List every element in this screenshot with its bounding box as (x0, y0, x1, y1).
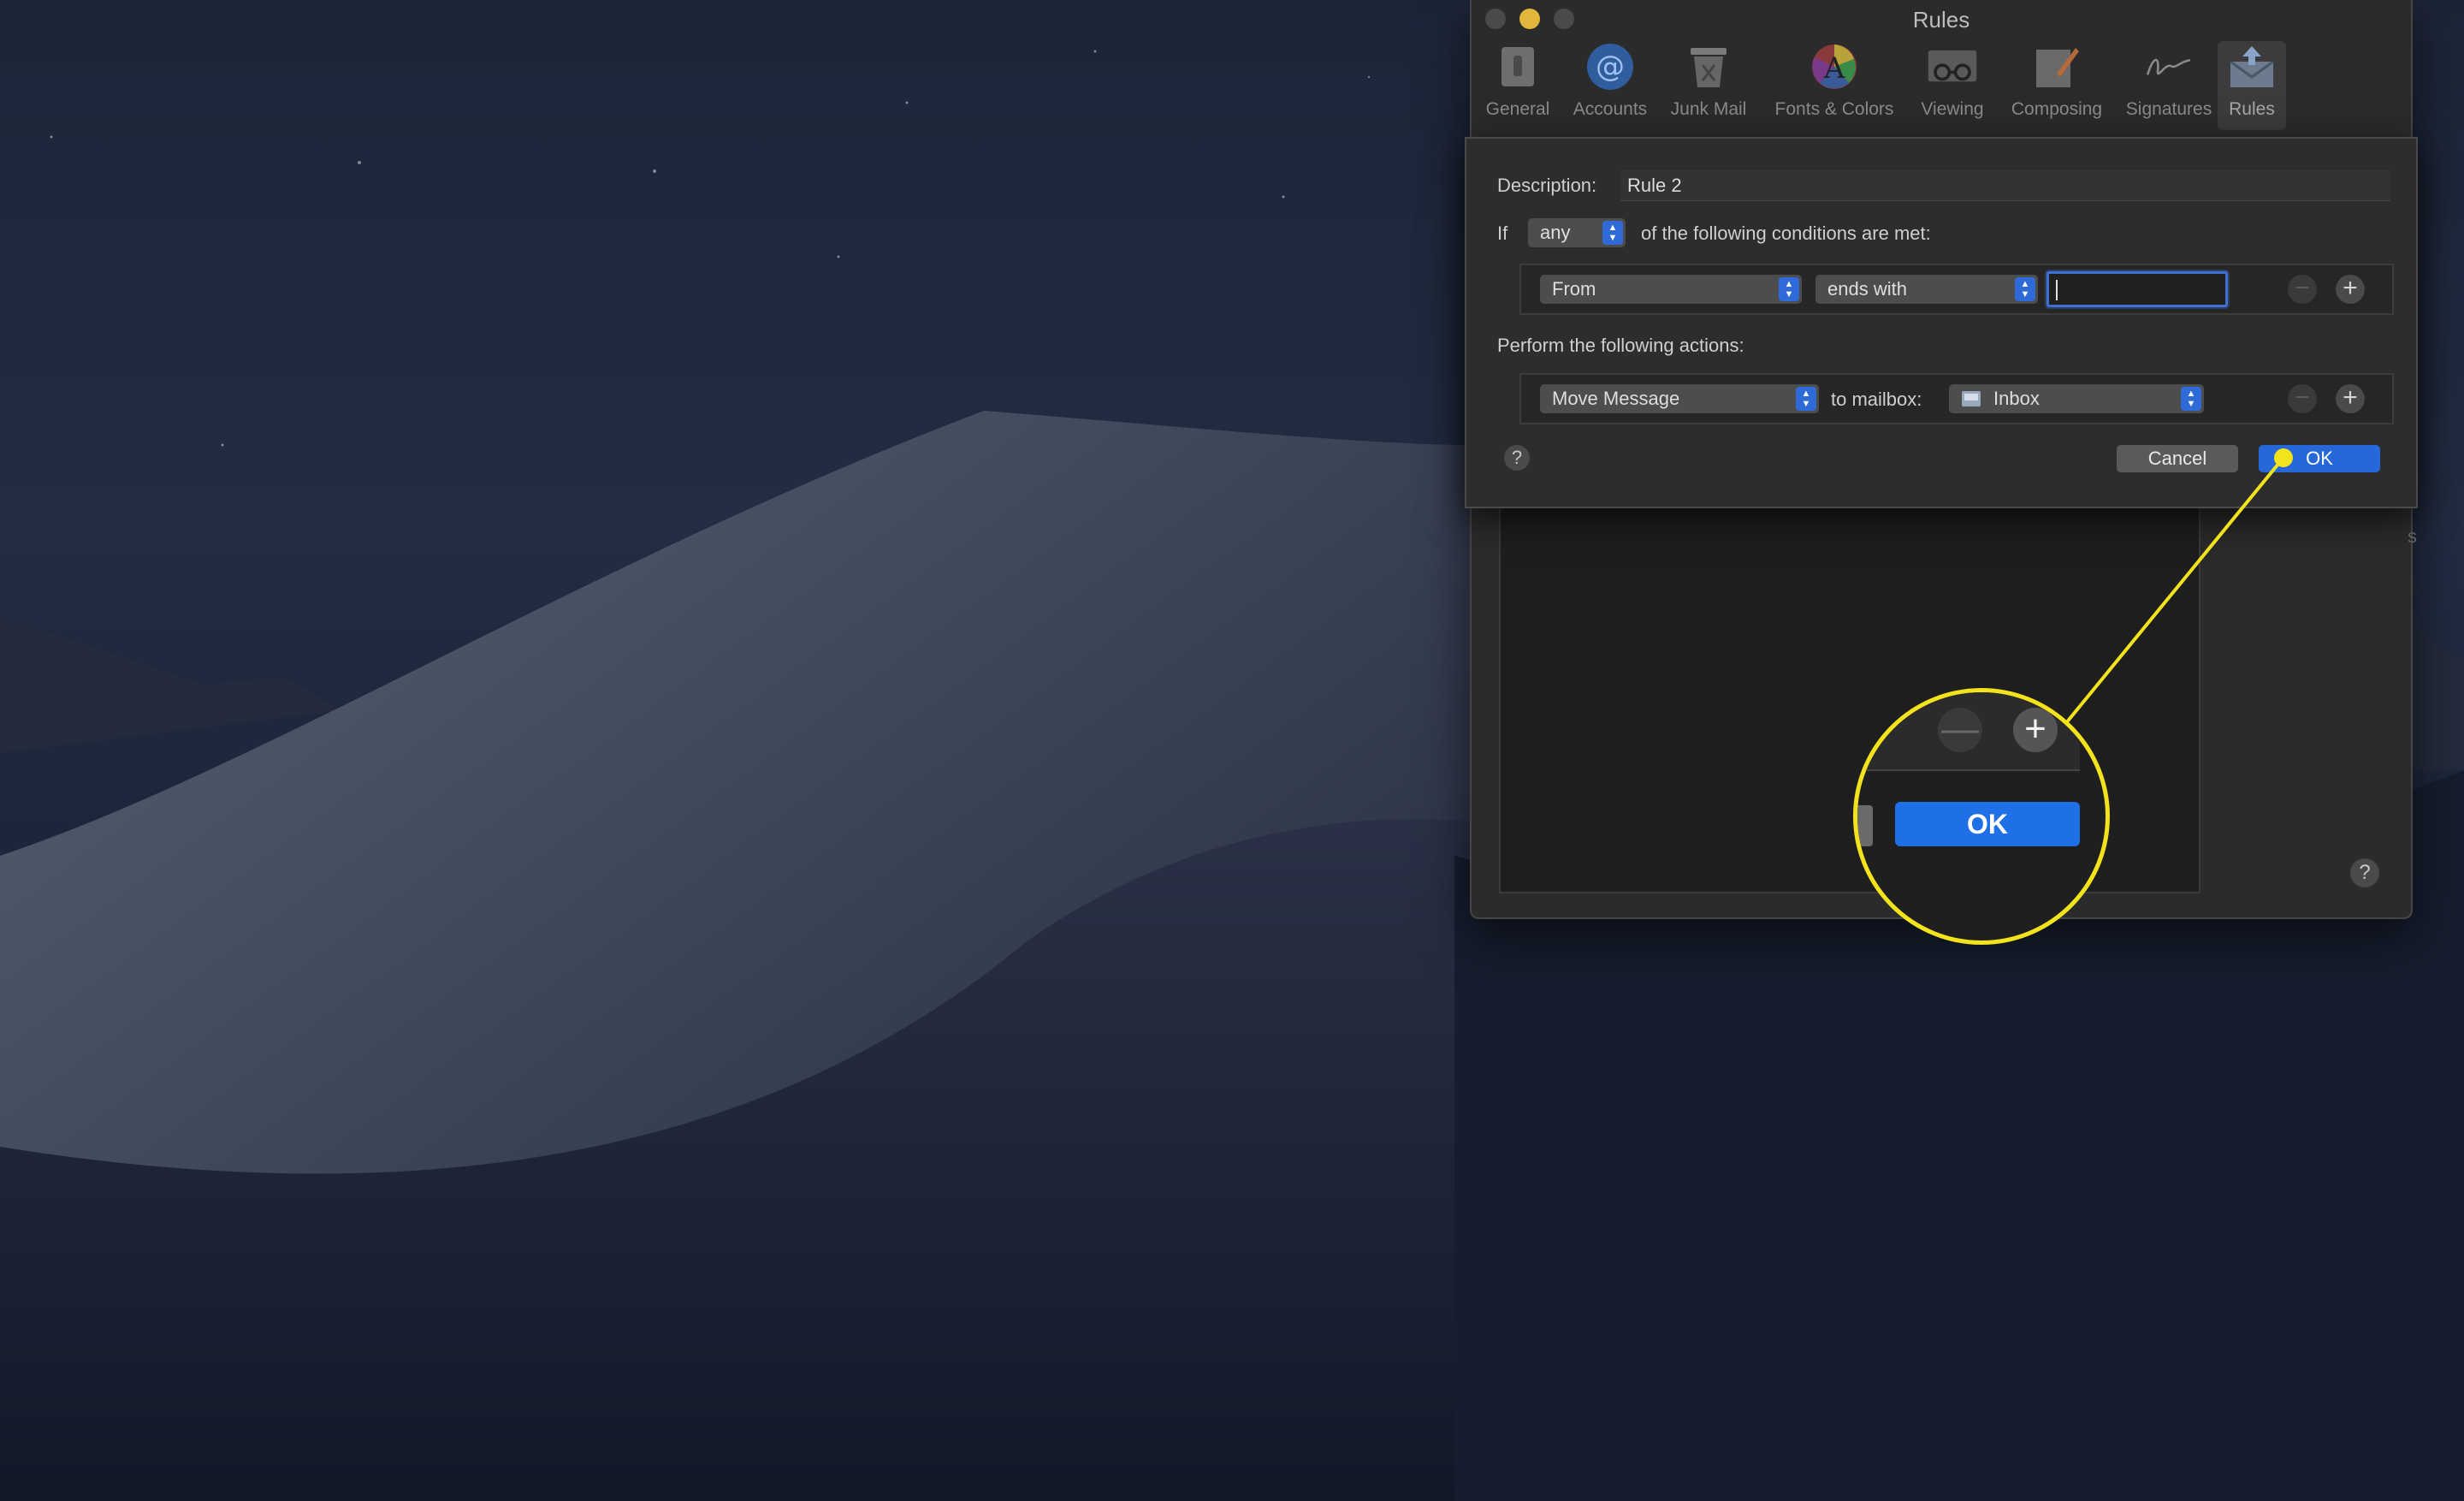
callout-dot (2274, 448, 2293, 467)
zoom-magnifier: — + OK (1853, 688, 2110, 945)
zoom-minus-button: — (1938, 708, 1982, 752)
zoom-plus-button: + (2013, 708, 2058, 752)
zoom-cancel-edge (1857, 805, 1873, 846)
zoom-ok-button: OK (1895, 802, 2080, 846)
callout-line (2064, 457, 2284, 726)
